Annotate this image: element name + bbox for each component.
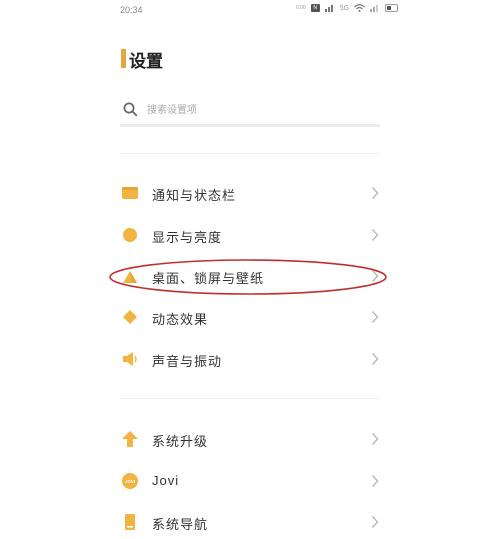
settings-item-navigation[interactable]: 系统导航: [118, 505, 383, 539]
chevron-right-icon: [371, 269, 379, 283]
navigation-icon: [125, 514, 135, 530]
settings-item-notifications[interactable]: 通知与状态栏: [118, 176, 383, 210]
chevron-right-icon: [371, 186, 379, 200]
notification-icon: [122, 187, 138, 199]
brightness-icon: [123, 228, 137, 242]
settings-item-system-upgrade[interactable]: 系统升级: [118, 422, 383, 456]
wallpaper-icon: [123, 271, 137, 283]
search-icon: [123, 102, 138, 117]
svg-text:JOVI: JOVI: [125, 479, 135, 484]
chevron-right-icon: [371, 432, 379, 446]
chevron-right-icon: [371, 352, 379, 366]
settings-item-label: 动态效果: [152, 313, 209, 328]
settings-item-label: 声音与振动: [152, 355, 223, 370]
jovi-icon: JOVI: [122, 473, 138, 489]
data-speed-text: 0.00: [296, 4, 306, 11]
settings-item-label: 桌面、锁屏与壁纸: [152, 272, 265, 287]
wifi-icon: [354, 4, 365, 12]
battery-icon: [385, 4, 399, 12]
settings-item-label: Jovi: [152, 473, 180, 488]
settings-item-label: 通知与状态栏: [152, 189, 237, 204]
settings-item-jovi[interactable]: JOVI Jovi: [118, 464, 383, 498]
signal-2-icon: [370, 5, 379, 12]
settings-item-label: 系统升级: [152, 435, 209, 450]
settings-item-label: 显示与亮度: [152, 231, 223, 246]
chevron-right-icon: [371, 310, 379, 324]
search-underline: [120, 124, 380, 127]
settings-item-display[interactable]: 显示与亮度: [118, 218, 383, 252]
settings-item-wallpaper[interactable]: 桌面、锁屏与壁纸: [118, 259, 383, 293]
section-divider: [120, 398, 380, 399]
status-time: 20:34: [120, 5, 143, 15]
status-bar: 20:34 0.00 N 5G: [0, 0, 500, 24]
network-label: 5G: [339, 4, 350, 12]
settings-item-motion[interactable]: 动态效果: [118, 300, 383, 334]
settings-item-sound[interactable]: 声音与振动: [118, 342, 383, 376]
chevron-right-icon: [371, 474, 379, 488]
title-accent-bar: [121, 49, 126, 68]
motion-icon: [123, 310, 137, 324]
settings-item-label: 系统导航: [152, 518, 209, 533]
status-icons: 0.00 N 5G: [296, 4, 399, 12]
search-input[interactable]: [147, 100, 367, 120]
chevron-right-icon: [371, 515, 379, 529]
search-box[interactable]: [120, 96, 380, 124]
nfc-icon: N: [310, 4, 320, 12]
chevron-right-icon: [371, 228, 379, 242]
signal-icon: [324, 5, 333, 12]
section-divider: [120, 153, 380, 154]
page-title: 设置: [129, 52, 163, 72]
upgrade-icon: [122, 431, 138, 447]
sound-icon: [123, 352, 137, 366]
